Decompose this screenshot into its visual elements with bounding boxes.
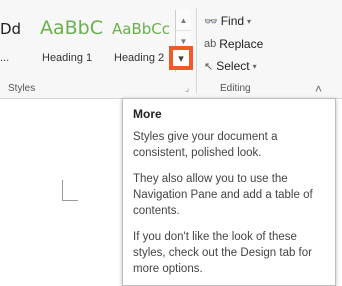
binoculars-icon: 👓 <box>204 15 218 28</box>
styles-launcher-icon[interactable]: ⌟ <box>185 83 189 94</box>
margin-mark <box>62 200 78 201</box>
select-label: Select <box>216 59 250 73</box>
replace-icon: ab <box>204 38 217 50</box>
ribbon: Dd ... AaBbC Heading 1 AaBbCc Heading 2 … <box>0 0 342 99</box>
chevron-down-icon: ▾ <box>247 16 252 26</box>
find-button[interactable]: 👓 Find ▾ <box>204 14 251 28</box>
chevron-down-icon: ▾ <box>252 61 257 71</box>
tooltip-paragraph: They also allow you to use the Navigatio… <box>133 173 313 217</box>
styles-group-label: Styles <box>8 83 36 94</box>
style-heading2-sample[interactable]: AaBbCc <box>112 20 170 38</box>
style-heading1-sample[interactable]: AaBbC <box>40 17 103 39</box>
style-heading1-name[interactable]: Heading 1 <box>42 52 92 64</box>
more-styles-button[interactable]: ▾ <box>169 46 193 70</box>
more-tooltip: More Styles give your document a consist… <box>122 98 336 286</box>
find-label: Find <box>220 14 245 28</box>
replace-label: Replace <box>219 37 264 51</box>
group-separator <box>196 8 197 94</box>
cursor-icon: ↖ <box>204 60 214 73</box>
more-dropdown-icon: ▾ <box>178 52 184 65</box>
style-heading2-name[interactable]: Heading 2 <box>114 52 164 64</box>
select-button[interactable]: ↖ Select ▾ <box>204 59 257 73</box>
tooltip-paragraph: If you don't like the look of these styl… <box>133 231 312 275</box>
margin-mark <box>62 180 63 200</box>
replace-button[interactable]: ab Replace <box>204 37 263 51</box>
style-normal-name[interactable]: ... <box>0 52 9 64</box>
editing-group-label: Editing <box>220 83 251 94</box>
tooltip-title: More <box>133 107 162 121</box>
gallery-scroll-up-icon[interactable]: ▲ <box>176 10 191 31</box>
style-normal-sample[interactable]: Dd <box>0 20 21 38</box>
tooltip-paragraph: Styles give your document a consistent, … <box>133 131 278 159</box>
collapse-ribbon-icon[interactable]: ˄ <box>315 82 322 96</box>
